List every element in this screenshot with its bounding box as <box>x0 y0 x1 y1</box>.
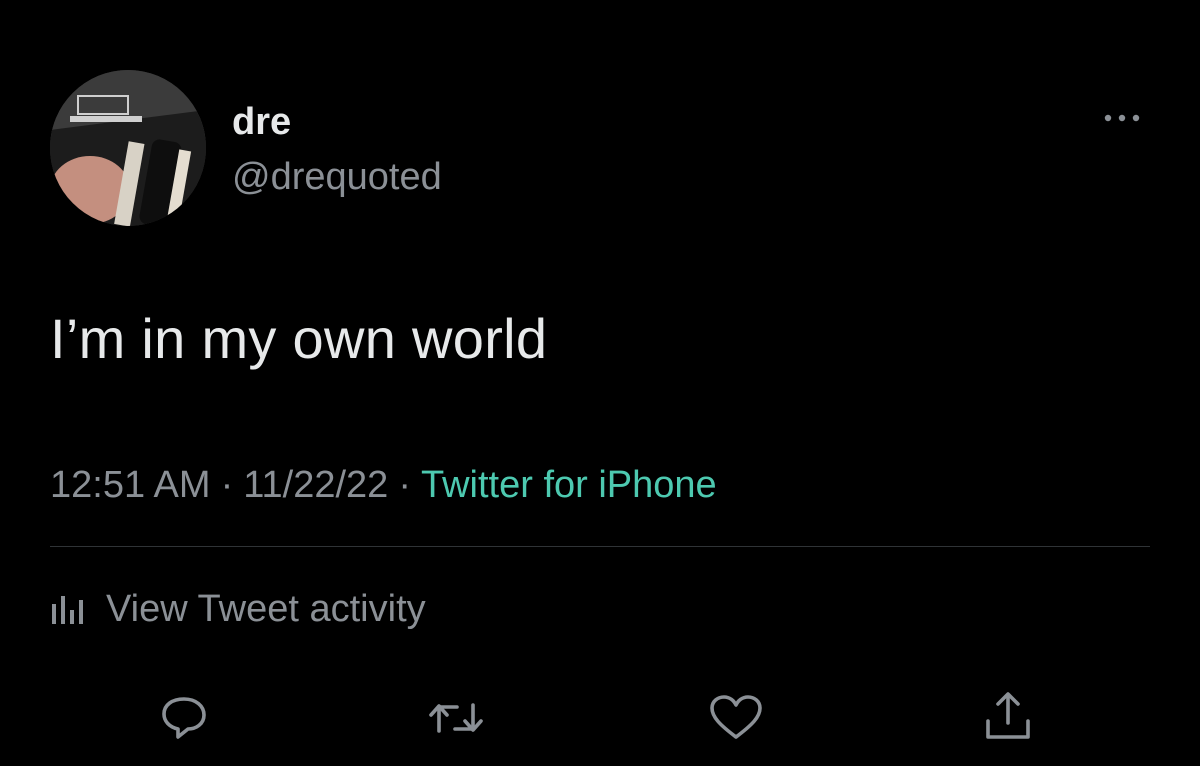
view-tweet-activity-label: View Tweet activity <box>106 588 426 630</box>
retweet-button[interactable] <box>424 688 488 748</box>
tweet-detail: dre @drequoted I’m in my own world 12:51… <box>0 0 1200 766</box>
display-name[interactable]: dre <box>232 100 442 144</box>
tweet-text: I’m in my own world <box>50 307 548 370</box>
profile-photo-image <box>50 70 206 226</box>
share-icon <box>986 692 1030 739</box>
author-info[interactable]: dre @drequoted <box>232 100 442 200</box>
tweet-meta: 12:51 AM · 11/22/22 · Twitter for iPhone <box>50 460 717 510</box>
avatar[interactable] <box>50 70 206 226</box>
tweet-date[interactable]: 11/22/22 <box>243 464 388 506</box>
like-button[interactable] <box>704 688 768 748</box>
reply-icon <box>162 697 206 739</box>
tweet-time[interactable]: 12:51 AM <box>50 464 211 506</box>
reply-button[interactable] <box>152 688 216 748</box>
share-button[interactable] <box>976 688 1040 748</box>
user-handle[interactable]: @drequoted <box>232 154 442 200</box>
view-tweet-activity-button[interactable]: View Tweet activity <box>50 584 426 634</box>
divider <box>50 546 1150 547</box>
meta-separator: · <box>398 464 411 506</box>
more-dots-icon <box>1104 114 1140 122</box>
bar-chart-icon <box>50 590 88 629</box>
tweet-source-link[interactable]: Twitter for iPhone <box>421 464 717 506</box>
meta-separator: · <box>220 464 234 506</box>
retweet-icon <box>429 703 483 733</box>
more-options-button[interactable] <box>1100 104 1144 132</box>
tweet-actions-bar <box>0 688 1200 748</box>
heart-icon <box>710 695 762 739</box>
